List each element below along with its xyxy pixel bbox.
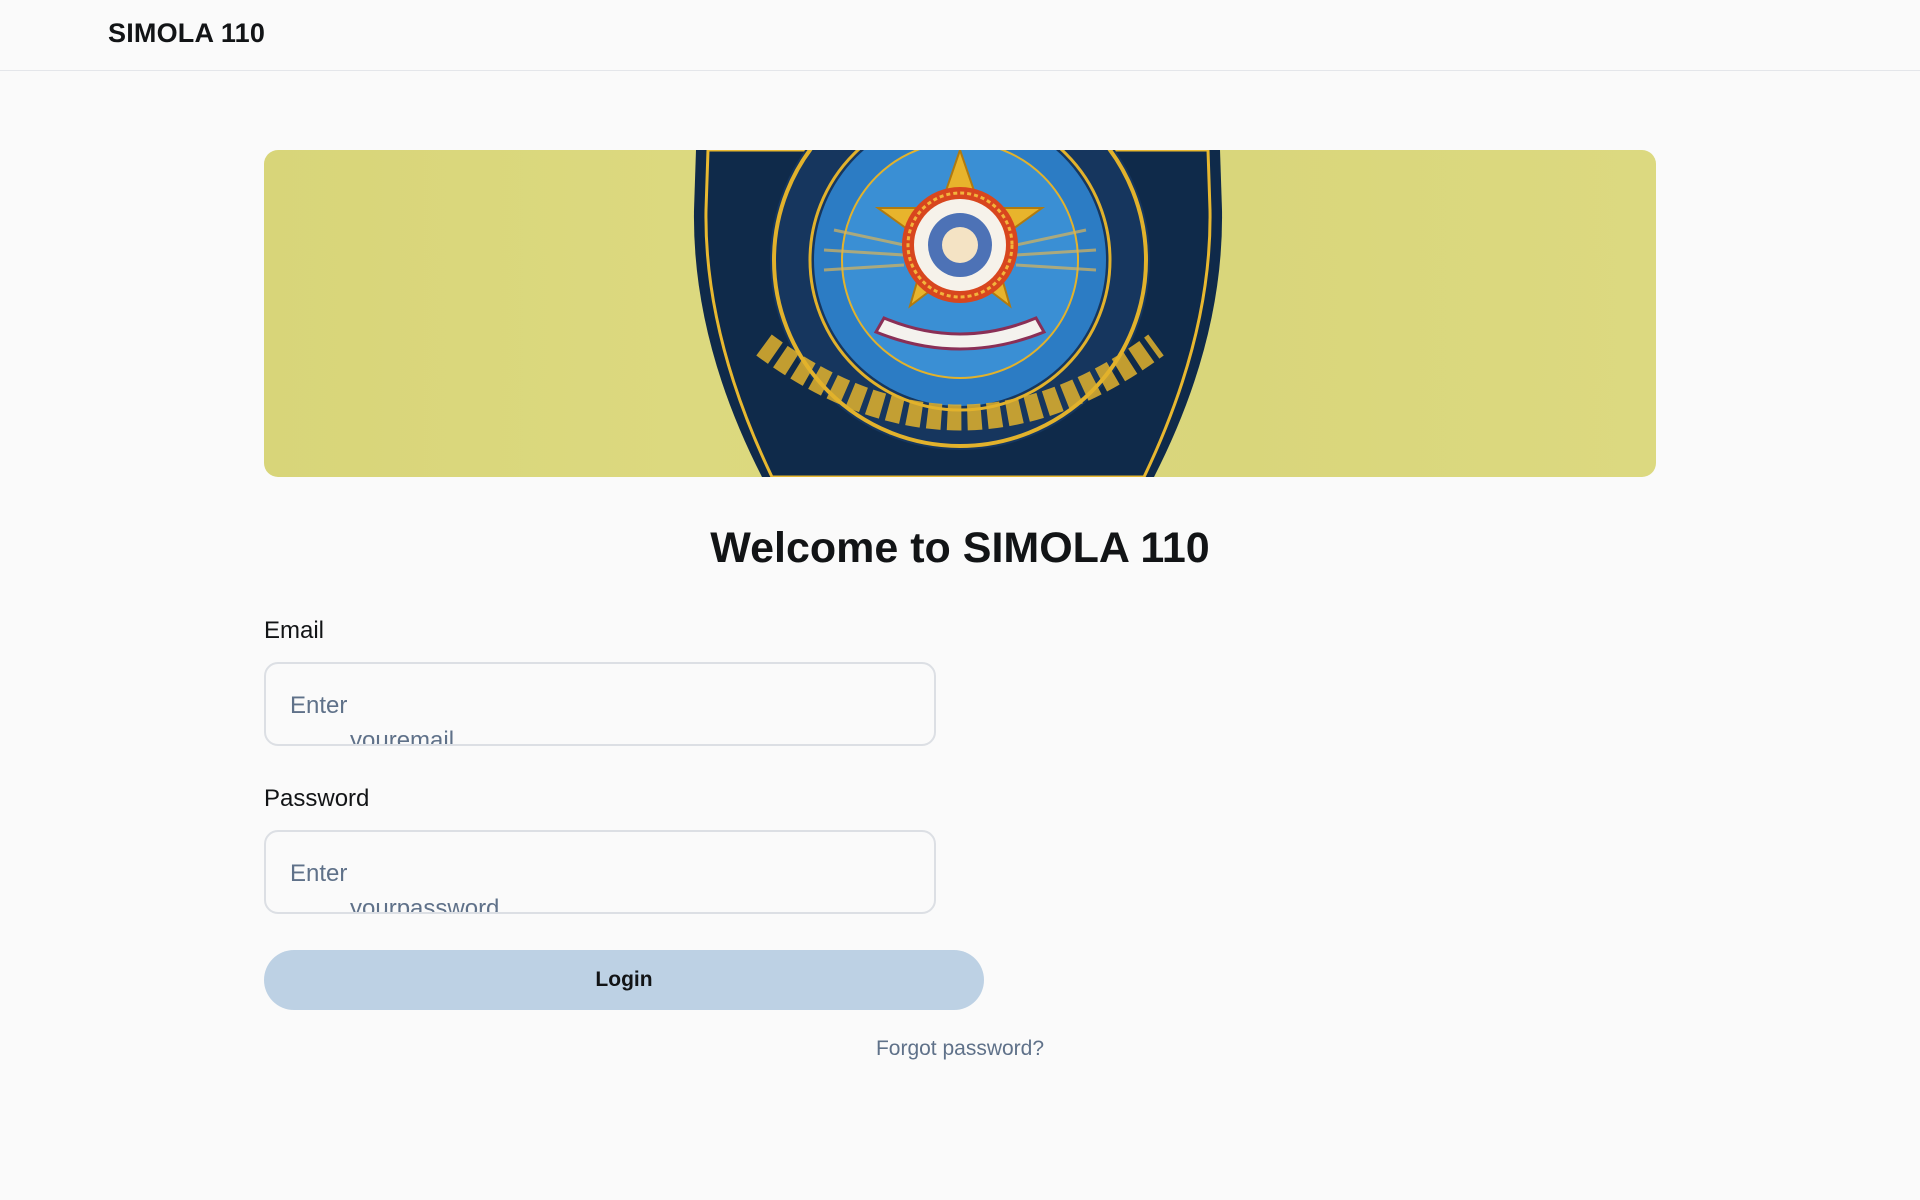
top-navbar: SIMOLA 110 bbox=[0, 0, 1920, 71]
brand-title[interactable]: SIMOLA 110 bbox=[108, 18, 265, 49]
forgot-password-link[interactable]: Forgot password? bbox=[264, 1037, 1656, 1061]
email-field[interactable]: Enter youremail bbox=[264, 662, 936, 746]
email-placeholder-line1: Enter bbox=[290, 692, 348, 719]
password-label: Password bbox=[264, 785, 370, 812]
hero-banner bbox=[264, 150, 1656, 477]
email-placeholder-line2: youremail bbox=[350, 727, 455, 746]
password-placeholder-line2: yourpassword bbox=[350, 895, 500, 914]
login-button[interactable]: Login bbox=[264, 950, 984, 1010]
email-label: Email bbox=[264, 617, 325, 644]
police-badge-emblem bbox=[693, 150, 1223, 477]
password-field[interactable]: Enter yourpassword bbox=[264, 830, 936, 914]
welcome-heading: Welcome to SIMOLA 110 bbox=[710, 524, 1210, 572]
password-placeholder-line1: Enter bbox=[290, 860, 348, 887]
